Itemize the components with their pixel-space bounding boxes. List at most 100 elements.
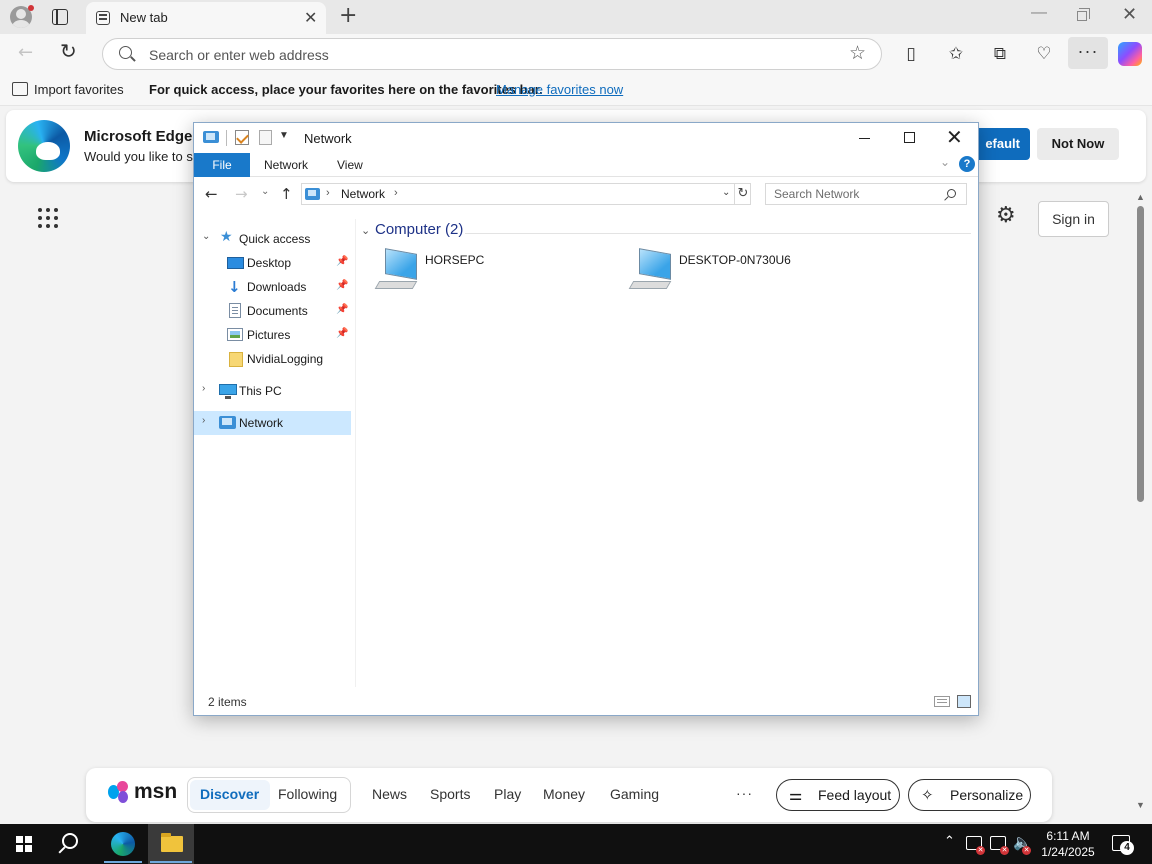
downloads-arrow-icon: ↓ [228,278,241,296]
quick-access-star-icon: ★ [220,229,233,245]
favorites-bar: Import favorites For quick access, place… [0,74,1152,106]
file-explorer-folder-icon[interactable] [161,833,183,852]
address-bar[interactable]: Search or enter web address ☆ [102,38,882,70]
explorer-navigation-pane: ⌄ ★ Quick access Desktop 📌 ↓ Downloads 📌… [194,219,356,687]
sign-in-button[interactable]: Sign in [1038,201,1109,237]
refresh-icon[interactable]: ↻ [60,39,77,63]
nav-downloads[interactable]: ↓ Downloads 📌 [194,275,351,299]
nav-documents[interactable]: Documents 📌 [194,299,351,323]
apps-launcher-icon[interactable] [38,208,58,228]
more-nav-button[interactable]: ··· [736,785,753,801]
breadcrumb-network[interactable]: Network [341,187,385,201]
expand-chevron-icon[interactable]: › [202,415,205,426]
banner-subtitle: Would you like to se [84,149,194,164]
nav-play[interactable]: Play [494,786,521,802]
explorer-title-bar[interactable]: ▼ Network ✕ [194,123,978,153]
close-tab-icon[interactable]: ✕ [304,8,317,28]
favorite-star-icon[interactable]: ☆ [849,42,866,64]
collections-icon[interactable]: ⧉ [989,43,1011,65]
scroll-thumb[interactable] [1137,206,1144,502]
nav-network-label: Network [239,416,284,430]
settings-more-icon[interactable]: ··· [1068,37,1108,69]
expand-chevron-icon[interactable]: › [202,383,205,394]
sliders-icon: ⚌ [789,786,803,804]
tab-discover[interactable]: Discover [200,786,259,802]
ribbon-tab-file[interactable]: File [194,153,250,177]
nav-quick-access[interactable]: ⌄ ★ Quick access [194,227,351,251]
explorer-close-icon[interactable]: ✕ [946,126,963,148]
ribbon-tab-network[interactable]: Network [264,158,308,172]
scroll-down-icon[interactable]: ▼ [1136,800,1145,810]
address-placeholder[interactable]: Search or enter web address [149,47,329,63]
explorer-back-arrow-icon[interactable]: ← [205,185,218,203]
browser-close-icon[interactable]: ✕ [1122,4,1137,25]
up-one-level-arrow-icon[interactable]: ↑ [280,185,293,203]
explorer-refresh-icon[interactable]: ↻ [734,183,751,205]
properties-checkbox-icon[interactable] [235,130,249,145]
explorer-forward-arrow-icon[interactable]: → [235,185,248,203]
nav-pictures[interactable]: Pictures 📌 [194,323,351,347]
page-scrollbar[interactable]: ▲ ▼ [1134,192,1146,812]
recent-locations-chevron-icon[interactable]: ⌄ [261,186,269,197]
new-folder-icon[interactable] [259,130,272,145]
explorer-address-bar[interactable]: › Network › ⌄ ↻ [301,183,751,205]
not-now-button[interactable]: Not Now [1037,128,1119,160]
nav-documents-label: Documents [247,304,308,318]
feed-layout-button[interactable]: ⚌ Feed layout [776,779,900,811]
import-favorites-button[interactable]: Import favorites [34,82,124,97]
nav-money[interactable]: Money [543,786,585,802]
tray-error-badge-icon: ✕ [976,846,985,855]
address-history-chevron-icon[interactable]: ⌄ [722,187,730,198]
breadcrumb-separator-icon[interactable]: › [394,187,398,199]
favorites-icon[interactable]: ✩ [945,43,967,65]
computer-item[interactable]: DESKTOP-0N730U6 [628,248,869,297]
new-tab-plus-icon[interactable]: + [339,3,357,28]
nav-pictures-label: Pictures [247,328,291,342]
quick-access-toolbar-dropdown-icon[interactable]: ▼ [279,130,289,141]
scroll-up-icon[interactable]: ▲ [1136,192,1145,202]
nav-this-pc-label: This PC [239,384,282,398]
nav-nvidialogging-label: NvidiaLogging [247,352,324,366]
computer-item[interactable]: HORSEPC [374,248,615,297]
expand-ribbon-chevron-icon[interactable]: ⌄ [940,155,950,169]
explorer-search-input[interactable]: Search Network [765,183,967,205]
back-arrow-icon[interactable]: ← [18,42,33,63]
page-settings-gear-icon[interactable]: ⚙ [996,203,1016,228]
details-view-icon[interactable] [934,696,950,707]
browser-tab[interactable]: New tab ✕ [86,2,326,34]
nav-gaming[interactable]: Gaming [610,786,659,802]
tab-following[interactable]: Following [278,786,337,802]
manage-favorites-link[interactable]: Manage favorites now [496,82,623,97]
this-pc-icon [219,384,237,399]
group-collapse-chevron-icon[interactable]: ⌄ [361,224,370,237]
browser-essentials-icon[interactable]: ♡ [1033,43,1055,65]
split-screen-icon[interactable]: ▯ [900,43,922,65]
browser-restore-icon[interactable] [1077,8,1090,21]
taskbar-search-icon[interactable] [62,833,78,849]
start-windows-icon[interactable] [16,836,32,852]
nav-quick-access-label: Quick access [239,232,311,246]
network-icon [219,416,236,429]
nav-desktop[interactable]: Desktop 📌 [194,251,351,275]
copilot-icon[interactable] [1118,42,1142,66]
nav-this-pc[interactable]: › This PC [194,379,351,403]
nav-network[interactable]: › Network [194,411,351,435]
nav-sports[interactable]: Sports [430,786,470,802]
browser-minimize-icon[interactable]: — [1031,4,1047,22]
show-hidden-icons-chevron-icon[interactable]: ⌃ [944,834,955,849]
tab-actions-icon[interactable] [52,9,68,25]
clock[interactable]: 6:11 AM 1/24/2025 [1030,828,1106,860]
explorer-minimize-icon[interactable] [859,138,870,139]
profile-notification-dot [28,5,34,11]
help-icon[interactable]: ? [959,156,975,172]
breadcrumb-separator-icon[interactable]: › [326,187,330,199]
ribbon-tab-view[interactable]: View [337,158,363,172]
explorer-maximize-icon[interactable] [904,132,915,143]
collapse-chevron-icon[interactable]: ⌄ [202,231,210,242]
nav-news[interactable]: News [372,786,407,802]
large-icons-view-icon[interactable] [957,695,971,708]
nav-nvidialogging[interactable]: NvidiaLogging [194,347,351,371]
personalize-button[interactable]: ✧ Personalize [908,779,1031,811]
computer-group[interactable]: ⌄ Computer (2) [357,221,977,241]
taskbar-edge-icon[interactable] [111,832,135,856]
